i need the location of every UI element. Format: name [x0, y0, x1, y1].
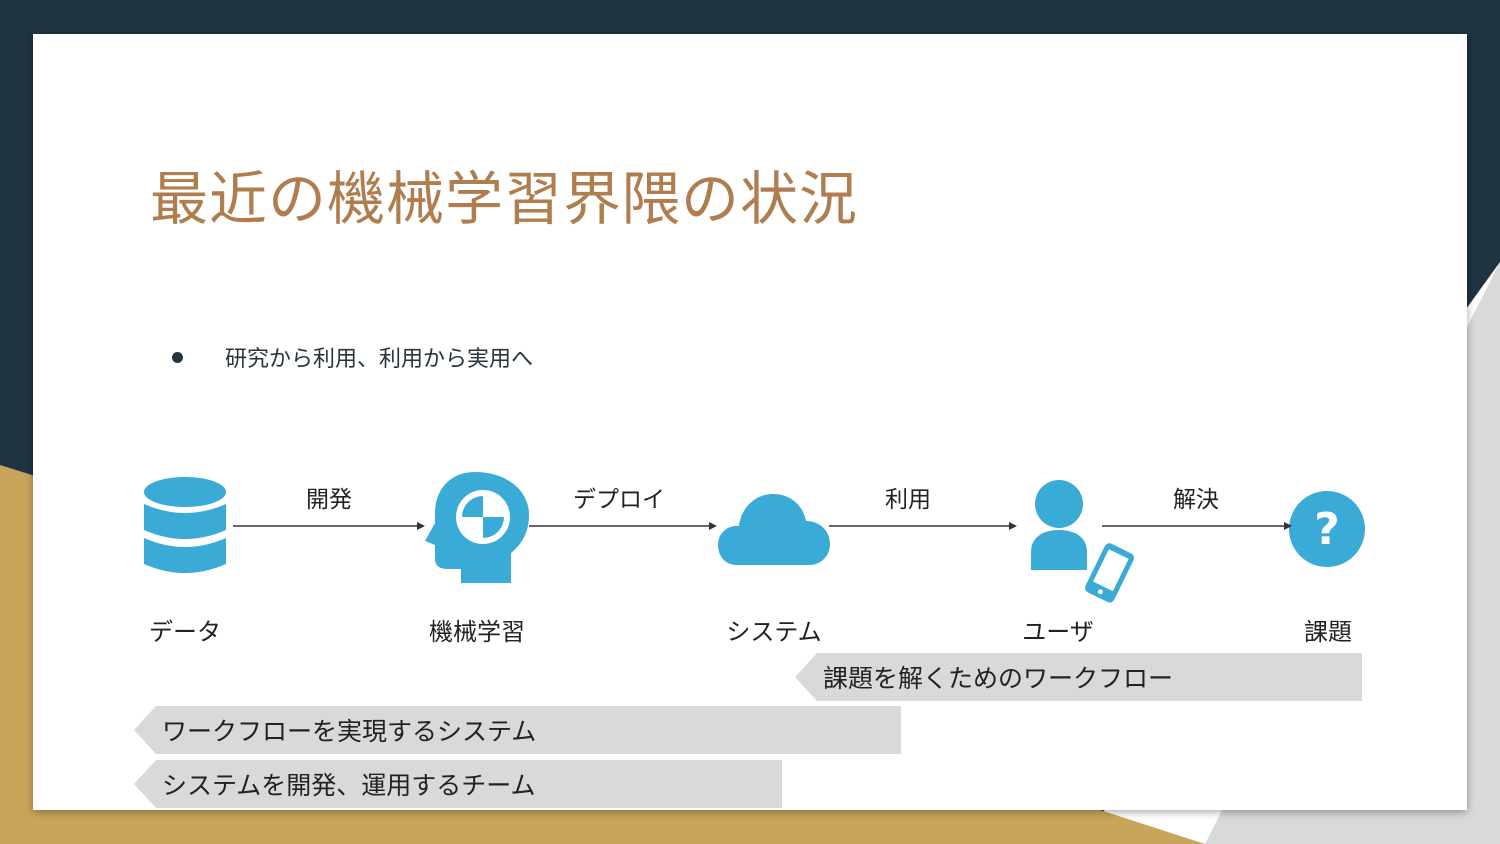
bullet-dot — [172, 351, 183, 363]
ai-head-icon — [425, 472, 529, 583]
arrow-ml-to-system — [529, 522, 717, 530]
cloud-icon — [718, 494, 830, 565]
node-label-system: システム — [726, 618, 822, 646]
node-label-data: データ — [149, 618, 221, 646]
bullet-text: 研究から利用、利用から実用へ — [225, 347, 534, 372]
slide-card: 最近の機械学習界隈の状況 研究から利用、利用から実用へ ? 開発 デプロイ 利用… — [33, 34, 1467, 810]
arrow-data-to-ml — [233, 522, 425, 530]
svg-text:?: ? — [1314, 504, 1340, 555]
node-label-ml: 機械学習 — [429, 618, 525, 646]
arrow-system-to-user — [829, 522, 1017, 530]
database-icon — [144, 477, 226, 573]
edge-label-develop: 開発 — [306, 487, 352, 513]
edge-label-solve: 解決 — [1173, 487, 1219, 513]
edge-label-deploy: デプロイ — [573, 487, 665, 513]
banner-workflow: 課題を解くためのワークフロー — [795, 653, 1362, 701]
banner-team: システムを開発、運用するチーム — [134, 760, 782, 808]
slide-title: 最近の機械学習界隈の状況 — [150, 165, 859, 233]
banner-system: ワークフローを実現するシステム — [134, 706, 901, 754]
node-label-user: ユーザ — [1022, 618, 1094, 646]
bullet-item: 研究から利用、利用から実用へ — [172, 342, 533, 372]
question-icon: ? — [1289, 491, 1365, 567]
node-label-issue: 課題 — [1304, 618, 1352, 646]
user-with-phone-icon — [1031, 480, 1138, 606]
arrow-user-to-issue — [1102, 522, 1292, 530]
edge-label-use: 利用 — [885, 487, 931, 513]
